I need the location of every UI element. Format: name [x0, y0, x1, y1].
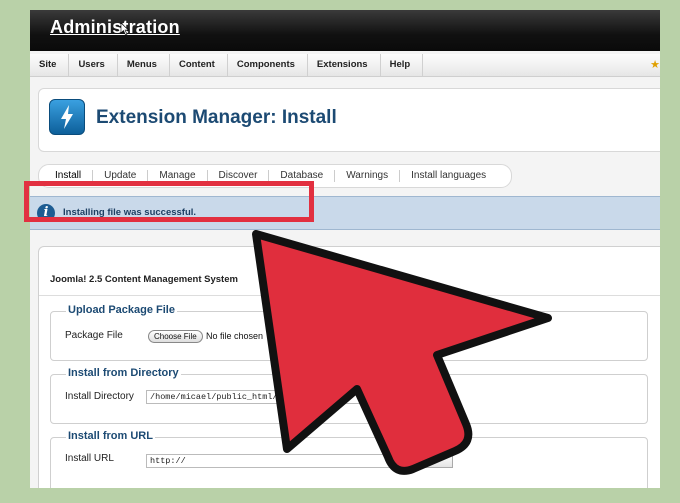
overlay-arrow-icon	[252, 230, 552, 475]
